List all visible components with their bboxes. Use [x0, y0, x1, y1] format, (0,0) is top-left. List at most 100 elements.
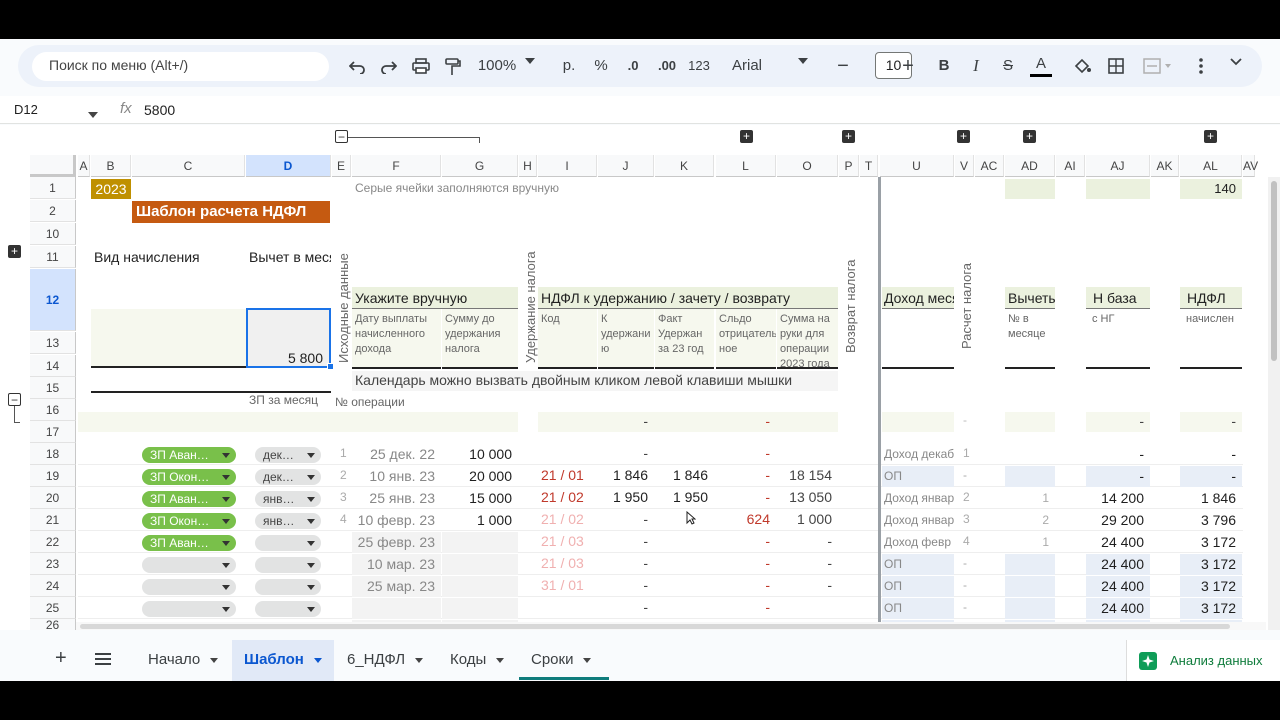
group-expand-icon[interactable]: +	[1023, 130, 1036, 143]
redo-icon[interactable]	[378, 53, 400, 79]
ndfl-accrued[interactable]: -	[1180, 444, 1242, 465]
ndfl-accrued[interactable]: 1 846	[1180, 488, 1242, 509]
to-withhold[interactable]: 1 846	[598, 467, 654, 483]
month-chip[interactable]	[255, 579, 321, 595]
negative-balance[interactable]: -	[716, 599, 776, 615]
tab-6-ndfl[interactable]: 6_НДФЛ	[347, 651, 424, 668]
vid-chip[interactable]: ЗП Аван…	[142, 447, 236, 463]
payment-date[interactable]: 10 янв. 23	[352, 466, 441, 487]
ndfl-accrued[interactable]: -	[1180, 466, 1242, 487]
tab-chevron-icon[interactable]	[210, 657, 219, 663]
row-header-17[interactable]: 17	[30, 421, 76, 443]
month-chip[interactable]: янв…	[255, 491, 321, 507]
column-header-h[interactable]: H	[519, 155, 537, 177]
column-header-t[interactable]: T	[860, 155, 878, 177]
aj15-cell[interactable]: -	[1086, 413, 1150, 429]
v15-cell[interactable]: -	[963, 413, 967, 427]
amount-before-tax[interactable]	[442, 576, 518, 597]
tax-code[interactable]: 21 / 02	[541, 511, 584, 527]
column-header-j[interactable]: J	[598, 155, 654, 177]
column-header-ai[interactable]: AI	[1056, 155, 1085, 177]
negative-balance[interactable]: -	[716, 577, 776, 593]
undo-icon[interactable]	[346, 53, 368, 79]
vid-chip[interactable]	[142, 601, 236, 617]
row-group-expand-icon[interactable]: +	[8, 245, 21, 258]
vertical-scrollbar[interactable]	[1268, 177, 1280, 630]
vid-chip[interactable]	[142, 579, 236, 595]
fact-withheld[interactable]: 1 950	[655, 489, 714, 505]
tax-base[interactable]: 14 200	[1086, 488, 1150, 509]
name-box-chevron-icon[interactable]	[88, 106, 98, 121]
calc-number[interactable]: 2	[963, 490, 970, 504]
row-header-19[interactable]: 19	[30, 465, 76, 487]
negative-balance[interactable]: -	[716, 445, 776, 461]
month-chip[interactable]	[255, 557, 321, 573]
print-icon[interactable]	[410, 53, 432, 79]
row-header-12[interactable]: 12	[30, 269, 76, 331]
vid-chip[interactable]: ЗП Аван…	[142, 491, 236, 507]
column-header-f[interactable]: F	[352, 155, 441, 177]
font-family-select[interactable]: Arial	[732, 53, 792, 79]
aj1-cell[interactable]	[1086, 179, 1150, 199]
column-header-av[interactable]: AV	[1243, 155, 1258, 177]
to-withhold[interactable]: -	[598, 511, 654, 527]
payment-date[interactable]: 10 февр. 23	[352, 510, 441, 531]
calc-number[interactable]: -	[963, 468, 967, 482]
select-all-corner[interactable]	[30, 155, 76, 177]
font-size-decrease-button[interactable]: −	[833, 53, 853, 79]
formula-input[interactable]: 5800	[144, 102, 175, 118]
increase-decimal-button[interactable]: .00	[654, 53, 680, 79]
column-header-a[interactable]: A	[78, 155, 90, 177]
income-month[interactable]: ОП	[882, 554, 954, 575]
income-month[interactable]: ОП	[882, 576, 954, 597]
net-amount[interactable]: 13 050	[777, 489, 838, 505]
negative-balance[interactable]: -	[716, 489, 776, 505]
tax-base[interactable]: 24 400	[1086, 554, 1150, 575]
row-header-2[interactable]: 2	[30, 200, 76, 222]
row-header-21[interactable]: 21	[30, 509, 76, 531]
d12-selected-cell[interactable]: 5 800	[246, 308, 331, 368]
group-expand-icon[interactable]: +	[1204, 130, 1217, 143]
tab-sroki[interactable]: Сроки	[531, 651, 592, 668]
negative-balance[interactable]: -	[716, 555, 776, 571]
all-sheets-icon[interactable]	[95, 652, 111, 670]
tax-code[interactable]: 21 / 03	[541, 533, 584, 549]
more-options-icon[interactable]	[1194, 53, 1208, 79]
year-cell[interactable]: 2023	[91, 179, 131, 199]
column-header-i[interactable]: I	[538, 155, 597, 177]
negative-balance[interactable]: 624	[716, 511, 776, 527]
fill-handle[interactable]	[327, 363, 334, 370]
explore-button[interactable]: Анализ данных	[1126, 640, 1280, 681]
template-title[interactable]: Шаблон расчета НДФЛ	[132, 201, 330, 223]
tab-chevron-icon[interactable]	[313, 657, 322, 663]
group-expand-icon[interactable]: +	[740, 130, 753, 143]
column-header-ac[interactable]: AC	[975, 155, 1004, 177]
tab-chevron-icon[interactable]	[583, 657, 592, 663]
column-header-k[interactable]: K	[655, 155, 714, 177]
tab-kody[interactable]: Коды	[450, 651, 505, 668]
month-chip[interactable]: дек…	[255, 447, 321, 463]
to-withhold[interactable]: -	[598, 445, 654, 461]
income-month[interactable]: Доход декабр	[882, 444, 954, 465]
row-header-24[interactable]: 24	[30, 575, 76, 597]
payment-date[interactable]: 25 февр. 23	[352, 532, 441, 553]
amount-before-tax[interactable]: 15 000	[442, 488, 518, 509]
operation-number[interactable]: 4	[340, 512, 347, 526]
deduction-number[interactable]: 1	[1005, 532, 1055, 553]
amount-before-tax[interactable]	[442, 598, 518, 619]
row-header-23[interactable]: 23	[30, 553, 76, 575]
tax-base[interactable]: 24 400	[1086, 576, 1150, 597]
tax-code[interactable]: 21 / 01	[541, 467, 584, 483]
italic-button[interactable]: I	[966, 53, 986, 79]
vid-chip[interactable]: ЗП Окон…	[142, 469, 236, 485]
column-header-al[interactable]: AL	[1180, 155, 1242, 177]
month-chip[interactable]: янв…	[255, 513, 321, 529]
to-withhold[interactable]: -	[598, 599, 654, 615]
vertical-scroll-thumb[interactable]	[1271, 181, 1277, 361]
font-chevron-icon[interactable]	[796, 53, 810, 79]
calc-number[interactable]: -	[963, 600, 967, 614]
menu-search-input[interactable]: Поиск по меню (Alt+/)	[32, 52, 329, 81]
row-header-14[interactable]: 14	[30, 355, 76, 377]
income-month[interactable]: ОП	[882, 466, 954, 487]
al15-cell[interactable]: -	[1180, 413, 1242, 429]
